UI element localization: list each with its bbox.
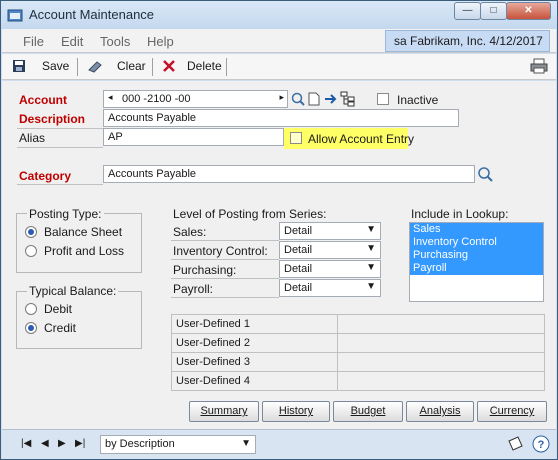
include-lookup-list[interactable]: Sales Inventory Control Purchasing Payro… [409,222,544,302]
menu-edit[interactable]: Edit [61,34,83,49]
history-button[interactable]: History [262,401,330,422]
allow-account-entry-checkbox[interactable] [290,132,302,144]
inventory-posting-label: Inventory Control: [173,244,268,258]
account-value: 000 -2100 -00 [122,93,191,105]
balance-sheet-label: Balance Sheet [44,225,123,239]
dropdown-arrow-icon: ▼ [366,243,376,254]
payroll-posting-label: Payroll: [173,282,214,296]
level-posting-label: Level of Posting from Series: [173,207,327,221]
category-label: Category [19,169,72,183]
previous-record-icon[interactable]: ◀ [41,438,49,449]
first-record-icon[interactable]: |◀ [21,438,31,449]
help-icon[interactable]: ? [532,435,550,453]
note-icon[interactable] [507,436,523,452]
next-record-icon[interactable]: ▶ [58,438,66,449]
debit-radio[interactable] [25,303,37,315]
window-title: Account Maintenance [29,7,155,22]
scroll-right-icon[interactable]: ▸ [279,92,284,103]
debit-label: Debit [44,302,73,316]
dropdown-arrow-icon: ▼ [241,438,251,449]
inventory-posting-dropdown[interactable]: Detail ▼ [279,241,381,259]
save-button[interactable]: Save [42,59,69,73]
menu-tools[interactable]: Tools [100,34,130,49]
posting-type-group [16,213,142,273]
category-lookup-icon[interactable] [477,166,493,182]
credit-label: Credit [44,321,77,335]
account-maintenance-window: Account Maintenance — □ ✕ File Edit Tool… [0,0,558,460]
user-defined-1-field[interactable] [337,314,545,334]
delete-icon[interactable] [162,59,176,73]
alias-label: Alias [19,131,46,145]
scroll-left-icon[interactable]: ◂ [108,92,113,103]
new-document-icon[interactable] [308,92,320,106]
user-defined-3-field[interactable] [337,352,545,372]
typical-balance-group [16,291,142,349]
list-item[interactable]: Purchasing [410,249,543,262]
sort-order-dropdown[interactable]: by Description ▼ [100,435,256,454]
account-field[interactable]: ◂ 000 -2100 -00 ▸ [103,90,288,108]
menu-file[interactable]: File [23,34,44,49]
goto-arrow-icon[interactable] [324,92,338,106]
title-bar: Account Maintenance — □ ✕ [1,1,557,29]
delete-button[interactable]: Delete [187,59,222,73]
sales-posting-label: Sales: [173,225,207,239]
inactive-label: Inactive [397,93,439,107]
list-item[interactable]: Sales [410,223,543,236]
balance-sheet-radio[interactable] [25,226,37,238]
lookup-icon[interactable] [291,92,305,106]
dropdown-arrow-icon: ▼ [366,224,376,235]
print-icon[interactable] [530,58,548,74]
user-defined-1-label: User-Defined 1 [171,314,338,334]
account-label: Account [19,93,67,107]
credit-radio[interactable] [25,322,37,334]
clear-icon[interactable] [87,59,103,73]
profit-loss-radio[interactable] [25,245,37,257]
menu-help[interactable]: Help [147,34,174,49]
user-defined-table: User-Defined 1 User-Defined 2 User-Defin… [171,314,545,391]
account-tree-icon[interactable] [340,91,356,107]
last-record-icon[interactable]: ▶| [75,438,85,449]
payroll-posting-dropdown[interactable]: Detail ▼ [279,279,381,297]
form-body: Account ◂ 000 -2100 -00 ▸ Inactive Descr… [2,81,556,429]
list-item[interactable]: Payroll [410,262,543,275]
include-lookup-label: Include in Lookup: [411,207,509,221]
description-field[interactable]: Accounts Payable [103,109,459,127]
budget-button[interactable]: Budget [333,401,403,422]
menu-bar: File Edit Tools Help sa Fabrikam, Inc. 4… [2,29,556,53]
purchasing-posting-label: Purchasing: [173,263,237,277]
dropdown-arrow-icon: ▼ [366,281,376,292]
user-defined-2-field[interactable] [337,333,545,353]
user-defined-3-label: User-Defined 3 [171,352,338,372]
svg-text:?: ? [538,439,545,451]
dropdown-arrow-icon: ▼ [366,262,376,273]
currency-button[interactable]: Currency [477,401,547,422]
alias-field[interactable]: AP [103,128,284,146]
navigation-footer: |◀ ◀ ▶ ▶| by Description ▼ ? [2,429,556,459]
close-button[interactable]: ✕ [506,2,551,20]
list-item[interactable]: Inventory Control [410,236,543,249]
description-label: Description [19,112,86,126]
user-defined-2-label: User-Defined 2 [171,333,338,353]
typical-balance-label: Typical Balance: [27,284,119,298]
posting-type-label: Posting Type: [27,207,104,221]
analysis-button[interactable]: Analysis [406,401,474,422]
purchasing-posting-dropdown[interactable]: Detail ▼ [279,260,381,278]
summary-button[interactable]: Summary [189,401,259,422]
sales-posting-dropdown[interactable]: Detail ▼ [279,222,381,240]
user-defined-4-label: User-Defined 4 [171,371,338,391]
maximize-button[interactable]: □ [480,2,507,20]
company-context[interactable]: sa Fabrikam, Inc. 4/12/2017 [385,30,550,52]
allow-account-entry-label: Allow Account Entry [308,132,415,146]
profit-loss-label: Profit and Loss [44,244,125,258]
user-defined-4-field[interactable] [337,371,545,391]
save-icon[interactable] [12,59,26,73]
inactive-checkbox[interactable] [377,93,389,105]
clear-button[interactable]: Clear [117,59,146,73]
minimize-button[interactable]: — [454,2,481,20]
category-field[interactable]: Accounts Payable [103,165,475,183]
toolbar: Save Clear Delete [2,54,556,80]
app-icon [7,9,23,22]
